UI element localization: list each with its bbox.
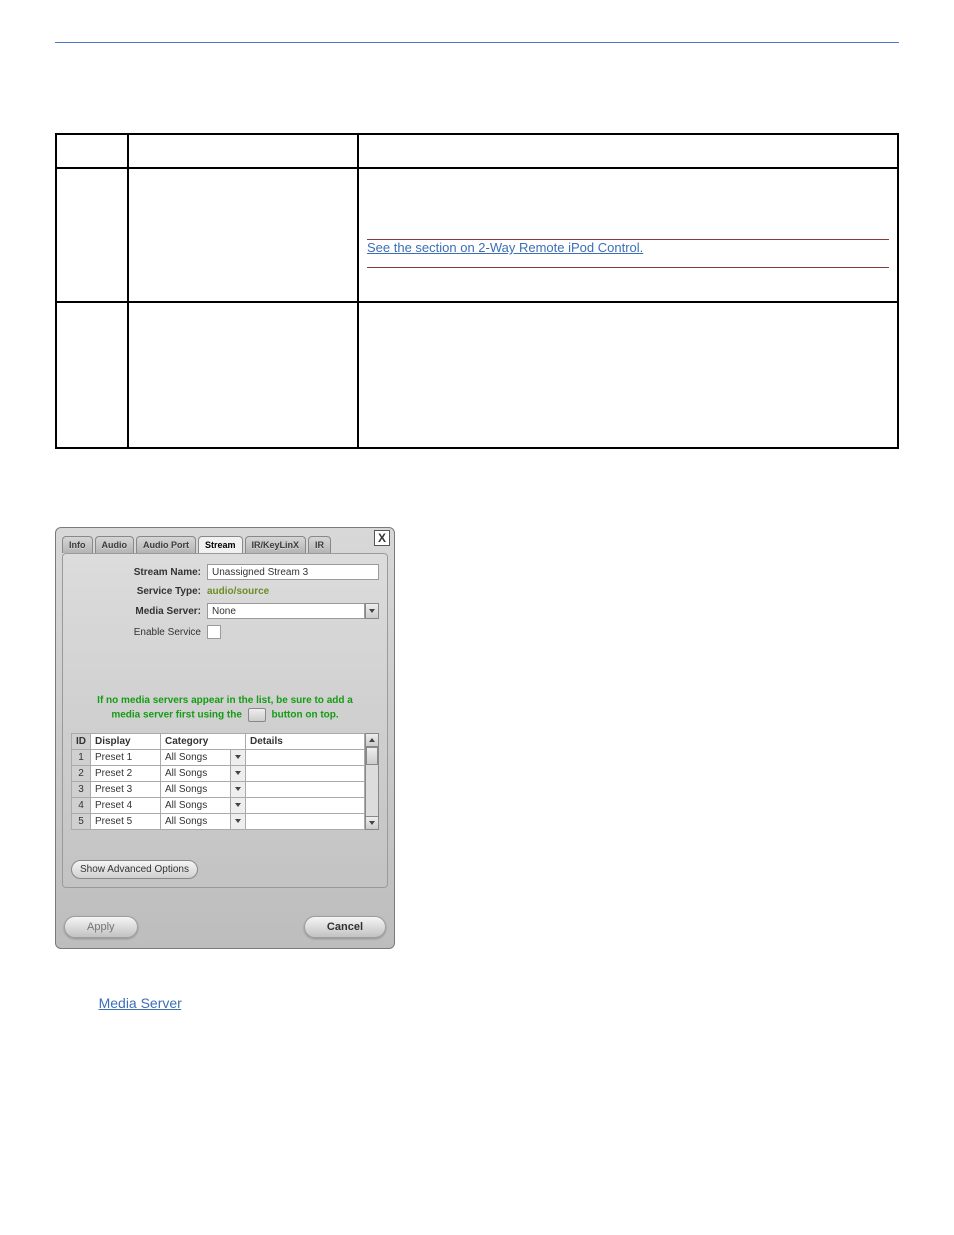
enable-service-checkbox[interactable] bbox=[207, 625, 221, 639]
scroll-thumb[interactable] bbox=[366, 747, 378, 765]
preset-display-input[interactable]: Preset 3 bbox=[91, 781, 161, 797]
preset-header-display: Display bbox=[91, 733, 161, 749]
table-row: 5 Keypad/Touchpad — Remote Target check … bbox=[56, 168, 898, 302]
stream-tab-dialog: X Info Audio Audio Port Stream IR/KeyLin… bbox=[55, 527, 395, 949]
preset-category-dropdown-icon[interactable] bbox=[231, 797, 246, 813]
preset-category-dropdown-icon[interactable] bbox=[231, 781, 246, 797]
preset-details[interactable] bbox=[246, 749, 365, 765]
preset-category-dropdown-icon[interactable] bbox=[231, 813, 246, 829]
cancel-button[interactable]: Cancel bbox=[304, 916, 386, 938]
dialog-body: Stream Name: Unassigned Stream 3 Service… bbox=[62, 553, 388, 888]
preset-details[interactable] bbox=[246, 781, 365, 797]
preset-category-select[interactable]: All Songs bbox=[161, 813, 231, 829]
tab-audio-port[interactable]: Audio Port bbox=[136, 536, 196, 553]
media-server-icon bbox=[248, 708, 266, 722]
tab-audio[interactable]: Audio bbox=[95, 536, 135, 553]
service-type-label: Service Type: bbox=[71, 586, 201, 597]
header-rule bbox=[55, 42, 899, 43]
col-header-number: Number bbox=[56, 134, 128, 168]
preset-category-select[interactable]: All Songs bbox=[161, 781, 231, 797]
preset-id: 2 bbox=[72, 765, 91, 781]
preset-id: 4 bbox=[72, 797, 91, 813]
body-paragraph: The Stream tab settings configure the SL… bbox=[55, 973, 899, 1013]
scroll-up-icon[interactable] bbox=[365, 733, 379, 747]
preset-row: 5Preset 5All Songs bbox=[72, 813, 365, 829]
preset-category-select[interactable]: All Songs bbox=[161, 797, 231, 813]
preset-category-select[interactable]: All Songs bbox=[161, 749, 231, 765]
apply-button[interactable]: Apply bbox=[64, 916, 138, 938]
preset-category-select[interactable]: All Songs bbox=[161, 765, 231, 781]
tab-ir[interactable]: IR bbox=[308, 536, 331, 553]
preset-header-details: Details bbox=[246, 733, 365, 749]
preset-details[interactable] bbox=[246, 797, 365, 813]
media-server-link[interactable]: Media Server bbox=[99, 995, 181, 1011]
scroll-down-icon[interactable] bbox=[365, 816, 379, 830]
service-type-value: audio/source bbox=[207, 586, 269, 597]
preset-display-input[interactable]: Preset 5 bbox=[91, 813, 161, 829]
col-header-label: Screen Label bbox=[128, 134, 358, 168]
media-server-select[interactable]: None bbox=[207, 603, 365, 619]
media-server-label: Media Server: bbox=[71, 606, 201, 617]
preset-id: 1 bbox=[72, 749, 91, 765]
tab-stream[interactable]: Stream bbox=[198, 536, 243, 553]
preset-display-input[interactable]: Preset 4 bbox=[91, 797, 161, 813]
media-server-dropdown-icon[interactable] bbox=[365, 603, 379, 619]
scroll-track[interactable] bbox=[365, 747, 379, 816]
show-advanced-options-button[interactable]: Show Advanced Options bbox=[71, 860, 198, 879]
preset-display-input[interactable]: Preset 1 bbox=[91, 749, 161, 765]
preset-display-input[interactable]: Preset 2 bbox=[91, 765, 161, 781]
preset-category-dropdown-icon[interactable] bbox=[231, 749, 246, 765]
page-number: 167 bbox=[877, 1208, 899, 1223]
screen-elements-table: Number Screen Label Description 5 Keypad… bbox=[55, 133, 899, 449]
tab-ir-keylinx[interactable]: IR/KeyLinX bbox=[245, 536, 307, 553]
preset-table: ID Display Category Details 1Preset 1All… bbox=[71, 733, 365, 830]
preset-scrollbar[interactable] bbox=[365, 733, 379, 830]
preset-category-dropdown-icon[interactable] bbox=[231, 765, 246, 781]
preset-details[interactable] bbox=[246, 765, 365, 781]
preset-row: 1Preset 1All Songs bbox=[72, 749, 365, 765]
enable-service-label: Enable Service bbox=[71, 627, 201, 638]
table-row: 6 KPD pick list Selects the keypad or to… bbox=[56, 302, 898, 448]
preset-id: 5 bbox=[72, 813, 91, 829]
preset-row: 4Preset 4All Songs bbox=[72, 797, 365, 813]
col-header-description: Description bbox=[358, 134, 898, 168]
tab-bar: Info Audio Audio Port Stream IR/KeyLinX … bbox=[56, 532, 370, 553]
stream-name-input[interactable]: Unassigned Stream 3 bbox=[207, 564, 379, 580]
close-button[interactable]: X bbox=[374, 530, 390, 546]
preset-table-wrap: ID Display Category Details 1Preset 1All… bbox=[71, 733, 379, 830]
media-server-hint: If no media servers appear in the list, … bbox=[71, 694, 379, 723]
tab-info[interactable]: Info bbox=[62, 536, 93, 553]
preset-details[interactable] bbox=[246, 813, 365, 829]
preset-row: 3Preset 3All Songs bbox=[72, 781, 365, 797]
section-heading-stream-tab: Stream Tab bbox=[55, 487, 899, 509]
stream-name-label: Stream Name: bbox=[71, 567, 201, 578]
preset-header-id: ID bbox=[72, 733, 91, 749]
preset-header-category: Category bbox=[161, 733, 246, 749]
preset-row: 2Preset 2All Songs bbox=[72, 765, 365, 781]
preset-id: 3 bbox=[72, 781, 91, 797]
